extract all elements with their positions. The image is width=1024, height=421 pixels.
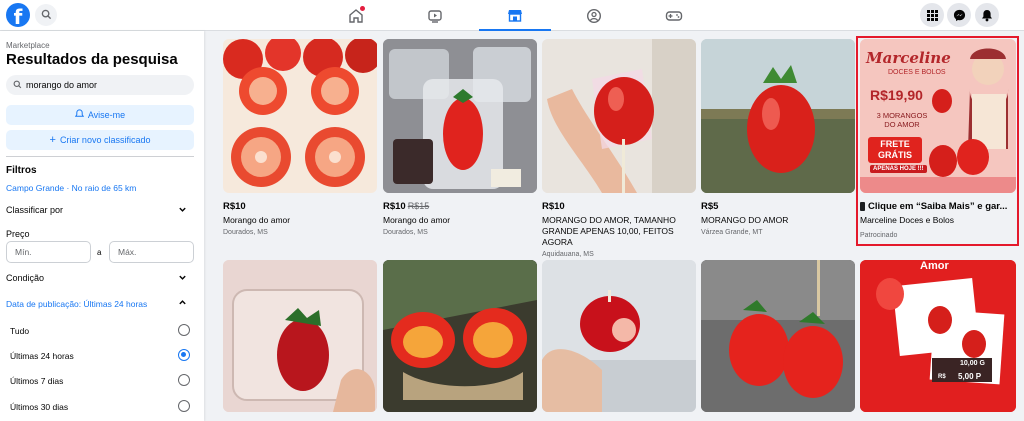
listing-photo[interactable] — [542, 39, 696, 193]
listing-title: Morango do amor — [383, 215, 451, 225]
date-option-radio[interactable] — [178, 400, 190, 412]
listing-photo[interactable] — [383, 260, 537, 412]
nav-home-icon[interactable] — [320, 0, 392, 31]
date-option-label[interactable]: Últimos 30 dias — [10, 402, 68, 412]
listing-location: Aquidauana, MS — [542, 251, 594, 258]
filters-sidebar: Marketplace Resultados da pesquisa moran… — [0, 31, 204, 421]
listing-price: R$10 — [223, 201, 377, 212]
logo-letter: f — [13, 5, 23, 27]
price-max-input[interactable]: Máx. — [109, 241, 194, 263]
listing-title: MORANGO DO AMOR — [701, 215, 789, 225]
search-icon[interactable] — [35, 4, 57, 26]
date-option-radio[interactable] — [178, 374, 190, 386]
ad-price-small: 5,00 P — [958, 372, 982, 381]
listing-card[interactable] — [542, 260, 696, 412]
listing-card[interactable] — [223, 260, 377, 412]
date-option-label[interactable]: Últimos 7 dias — [10, 376, 63, 386]
price-label: Preço — [6, 229, 30, 239]
divider — [6, 156, 194, 157]
listing-price: R$10 R$15 — [383, 201, 537, 212]
chevron-down-icon[interactable] — [178, 205, 187, 216]
listing-title: Morango do amor — [223, 215, 291, 225]
menu-grid-icon[interactable] — [920, 3, 944, 27]
condition-label[interactable]: Condição — [6, 273, 44, 283]
listing-location: Várzea Grande, MT — [701, 229, 763, 236]
listing-card[interactable]: R$10 R$15 Morango do amor Dourados, MS — [383, 39, 537, 236]
notify-me-label: Avise-me — [87, 110, 126, 120]
listing-card[interactable] — [701, 260, 855, 412]
messenger-icon[interactable] — [947, 3, 971, 27]
search-input[interactable]: morango do amor — [6, 75, 194, 95]
price-value: R$10 — [223, 201, 246, 212]
price-value: R$10 — [542, 201, 565, 212]
listing-location: Dourados, MS — [383, 229, 428, 236]
nav-gaming-icon[interactable] — [638, 0, 710, 31]
listing-price: R$10 — [542, 201, 696, 212]
listing-photo[interactable] — [701, 260, 855, 412]
listing-title: MORANGO DO AMOR, TAMANHO GRANDE APENAS 1… — [542, 215, 676, 247]
listing-price: R$5 — [701, 201, 855, 212]
listing-card[interactable]: R$5 MORANGO DO AMOR Várzea Grande, MT — [701, 39, 855, 236]
notifications-bell-icon[interactable] — [975, 3, 999, 27]
filters-heading: Filtros — [6, 165, 37, 176]
listing-card[interactable] — [383, 260, 537, 412]
nav-groups-icon[interactable] — [558, 0, 630, 31]
listing-photo[interactable] — [223, 260, 377, 412]
listing-photo[interactable] — [383, 39, 537, 193]
notify-me-button[interactable]: Avise-me — [6, 105, 194, 125]
search-icon — [13, 75, 22, 96]
date-option-radio[interactable] — [178, 324, 190, 336]
notification-dot — [360, 6, 365, 11]
ad-currency: R$ — [938, 374, 946, 380]
top-navigation-bar: f — [0, 0, 1024, 31]
price-value: R$10 — [383, 201, 406, 212]
date-option-label[interactable]: Tudo — [10, 326, 29, 336]
price-separator: a — [97, 248, 102, 257]
publish-date-filter[interactable]: Data de publicação: Últimas 24 horas — [6, 299, 147, 309]
listing-photo[interactable]: Amor 10,00 G R$ 5,00 P — [860, 260, 1016, 412]
create-listing-label: Criar novo classificado — [59, 135, 151, 145]
date-option-radio-selected[interactable] — [178, 349, 190, 361]
price-value: R$5 — [701, 201, 719, 212]
create-listing-button[interactable]: + Criar novo classificado — [6, 130, 194, 150]
listing-photo[interactable] — [542, 260, 696, 412]
nav-marketplace-icon[interactable] — [479, 0, 551, 31]
chevron-up-icon[interactable] — [178, 298, 187, 309]
date-option-label[interactable]: Últimas 24 horas — [10, 351, 74, 361]
old-price: R$15 — [407, 201, 430, 211]
sort-by-label[interactable]: Classificar por — [6, 205, 63, 215]
bell-icon — [74, 109, 84, 121]
ad-highlight-outline — [856, 36, 1019, 246]
breadcrumb[interactable]: Marketplace — [6, 41, 50, 50]
ad-price-large: 10,00 G — [960, 360, 985, 367]
listing-photo[interactable] — [701, 39, 855, 193]
page-title: Resultados da pesquisa — [6, 51, 178, 68]
location-filter-link[interactable]: Campo Grande · No raio de 65 km — [6, 183, 136, 193]
listing-location: Dourados, MS — [223, 229, 268, 236]
listing-card[interactable]: R$10 MORANGO DO AMOR, TAMANHO GRANDE APE… — [542, 39, 696, 258]
ad-word: Amor — [920, 260, 949, 272]
search-input-value: morango do amor — [26, 80, 98, 90]
plus-icon: + — [49, 134, 56, 146]
listing-card[interactable]: R$10 Morango do amor Dourados, MS — [223, 39, 377, 236]
listing-photo[interactable] — [223, 39, 377, 193]
nav-video-icon[interactable] — [399, 0, 471, 31]
chevron-down-icon[interactable] — [178, 273, 187, 284]
listing-card[interactable]: Amor 10,00 G R$ 5,00 P — [860, 260, 1016, 412]
price-min-input[interactable]: Mín. — [6, 241, 91, 263]
facebook-logo-icon[interactable]: f — [6, 3, 30, 27]
